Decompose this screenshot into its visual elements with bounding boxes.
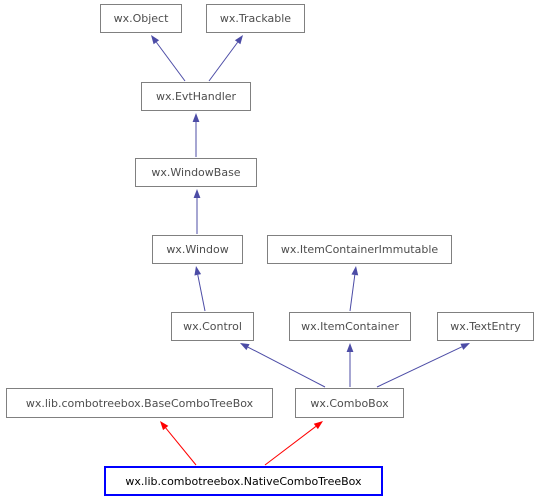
inheritance-arrow: [240, 343, 326, 388]
class-node-control[interactable]: wx.Control: [171, 312, 254, 341]
class-node-itemcont[interactable]: wx.ItemContainer: [289, 312, 411, 341]
class-node-basecombo[interactable]: wx.lib.combotreebox.BaseComboTreeBox: [6, 388, 273, 418]
class-node-label: wx.Trackable: [219, 12, 292, 25]
class-node-label: wx.ComboBox: [310, 396, 389, 410]
inheritance-diagram: wx.Object wx.Trackable wx.EvtHandler wx.Win…: [0, 0, 540, 500]
inheritance-arrow: [376, 343, 470, 388]
class-node-itemcontimm[interactable]: wx.ItemContainerImmutable: [267, 235, 452, 264]
class-node-label: wx.ItemContainer: [301, 320, 399, 333]
class-node-label: wx.Control: [183, 320, 242, 333]
class-node-label: wx.ItemContainerImmutable: [280, 243, 439, 256]
inheritance-arrow: [264, 421, 323, 466]
class-node-label: wx.lib.combotreebox.NativeComboTreeBox: [125, 474, 362, 488]
inheritance-arrow: [192, 113, 200, 157]
inheritance-arrow: [160, 421, 197, 466]
inheritance-arrow: [349, 266, 359, 312]
class-node-window[interactable]: wx.Window: [152, 235, 243, 264]
class-node-label: wx.EvtHandler: [155, 90, 237, 103]
class-node-label: wx.TextEntry: [450, 320, 521, 333]
class-node-evthandler[interactable]: wx.EvtHandler: [141, 82, 251, 111]
inheritance-arrow: [151, 35, 186, 82]
class-node-label: wx.WindowBase: [151, 166, 241, 179]
class-node-trackable[interactable]: wx.Trackable: [206, 4, 305, 33]
class-node-windowbase[interactable]: wx.WindowBase: [135, 158, 257, 187]
class-node-native[interactable]: wx.lib.combotreebox.NativeComboTreeBox: [104, 466, 383, 496]
inheritance-arrow: [193, 189, 201, 234]
class-node-label: wx.Object: [113, 12, 169, 25]
inheritance-arrow: [194, 266, 206, 312]
inheritance-arrow: [346, 343, 354, 387]
class-node-textentry[interactable]: wx.TextEntry: [437, 312, 534, 341]
inheritance-arrow: [208, 35, 243, 82]
class-node-combobox[interactable]: wx.ComboBox: [295, 388, 404, 418]
class-node-label: wx.lib.combotreebox.BaseComboTreeBox: [25, 396, 254, 410]
class-node-label: wx.Window: [166, 243, 229, 256]
class-node-object[interactable]: wx.Object: [100, 4, 182, 33]
